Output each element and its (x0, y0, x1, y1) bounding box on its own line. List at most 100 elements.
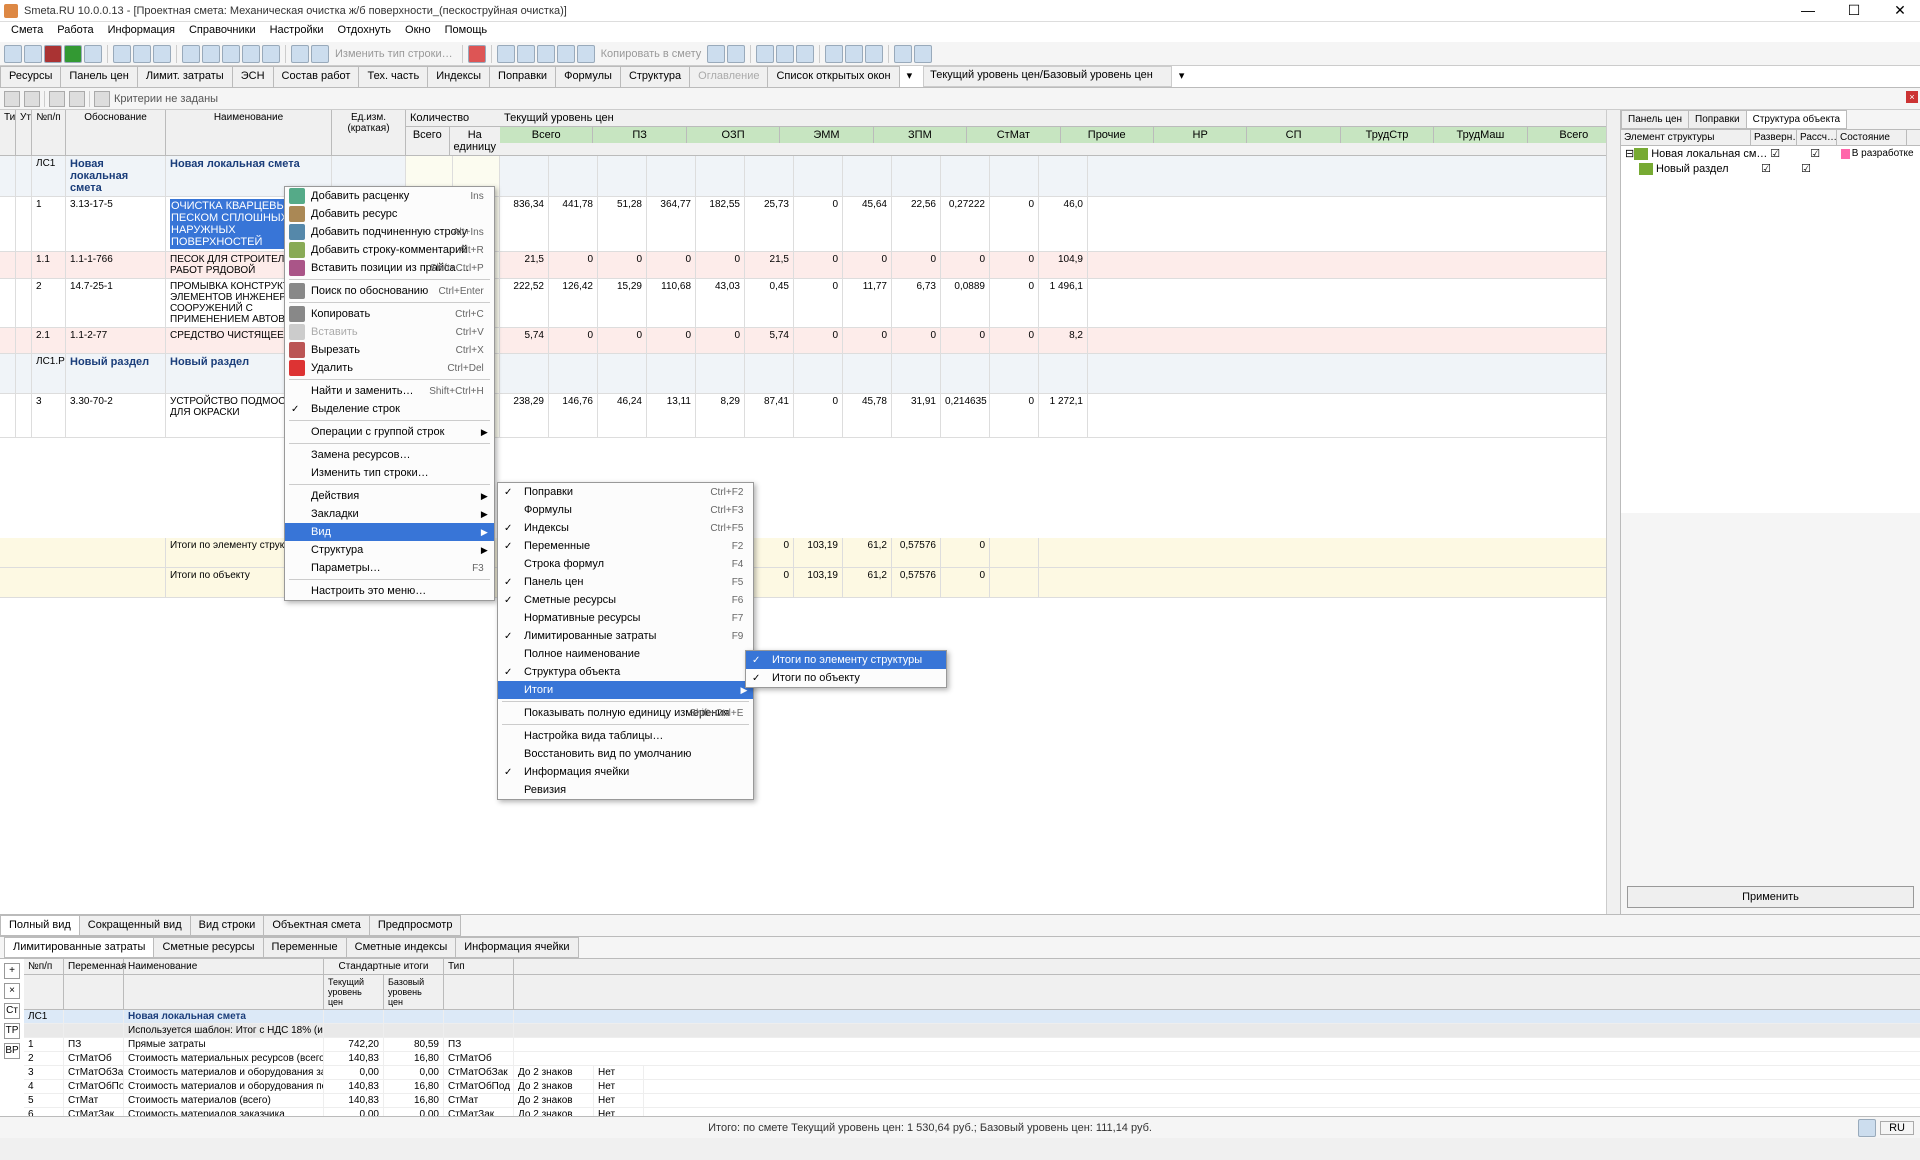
menu-item[interactable]: Настройка вида таблицы… (498, 727, 753, 745)
menu-item[interactable]: Добавить строку-комментарийAlt+R (285, 241, 494, 259)
menu-item[interactable]: ✓Итоги по элементу структуры (746, 651, 946, 669)
toolbar-button[interactable] (133, 45, 151, 63)
menu-Помощь[interactable]: Помощь (438, 22, 495, 42)
minimize-button[interactable]: — (1792, 2, 1824, 19)
toolbar-button[interactable] (776, 45, 794, 63)
menu-item[interactable]: Вставить позиции из прайса …Shift+Ctrl+P (285, 259, 494, 277)
menu-item[interactable]: Структура▶ (285, 541, 494, 559)
toolbar-button[interactable] (537, 45, 555, 63)
filter-button[interactable] (4, 91, 20, 107)
menu-item[interactable]: Добавить расценкуIns (285, 187, 494, 205)
lower-side-button[interactable]: ВР (4, 1043, 20, 1059)
filter-button[interactable] (49, 91, 65, 107)
tab-8[interactable]: Формулы (555, 66, 621, 87)
menu-item[interactable]: Строка формулF4 (498, 555, 753, 573)
right-tab[interactable]: Панель цен (1621, 110, 1689, 129)
tree-node[interactable]: ⊟Новая локальная см…☑☑ В разработке (1621, 146, 1920, 161)
menu-Настройки[interactable]: Настройки (263, 22, 331, 42)
menu-Отдохнуть[interactable]: Отдохнуть (331, 22, 399, 42)
menu-item[interactable]: ✓ИндексыCtrl+F5 (498, 519, 753, 537)
lower-side-button[interactable]: Ст (4, 1003, 20, 1019)
totals-row[interactable]: 6СтМатЗакСтоимость материалов заказчика0… (24, 1108, 1920, 1116)
menu-item[interactable]: ✓Информация ячейки (498, 763, 753, 781)
menu-item[interactable]: ✓Структура объекта (498, 663, 753, 681)
table-row[interactable]: ЛС1Новая локальная сметаНовая локальная … (0, 156, 1620, 197)
menu-item[interactable]: КопироватьCtrl+C (285, 305, 494, 323)
toolbar-button[interactable] (242, 45, 260, 63)
bottom-tab[interactable]: Вид строки (190, 915, 265, 936)
toolbar-button[interactable] (497, 45, 515, 63)
toolbar-button[interactable] (756, 45, 774, 63)
menu-Окно[interactable]: Окно (398, 22, 438, 42)
toolbar-button[interactable] (222, 45, 240, 63)
toolbar-button[interactable] (796, 45, 814, 63)
toolbar-button[interactable] (914, 45, 932, 63)
menu-item[interactable]: ВырезатьCtrl+X (285, 341, 494, 359)
toolbar-button[interactable] (825, 45, 843, 63)
menu-item[interactable]: Итоги▶ (498, 681, 753, 699)
menu-item[interactable]: Полное наименование (498, 645, 753, 663)
col-header[interactable]: Ут (16, 110, 32, 155)
totals-row[interactable]: 2СтМатОбСтоимость материальных ресурсов … (24, 1052, 1920, 1066)
toolbar-button[interactable] (202, 45, 220, 63)
language-indicator[interactable]: RU (1880, 1121, 1914, 1135)
col-header[interactable]: Ти (0, 110, 16, 155)
menu-item[interactable]: ✓Выделение строк (285, 400, 494, 418)
tree-col-header[interactable]: Элемент структуры (1621, 130, 1751, 145)
menu-item[interactable]: Операции с группой строк▶ (285, 423, 494, 441)
menu-item[interactable]: ✓Лимитированные затратыF9 (498, 627, 753, 645)
tab-6[interactable]: Индексы (427, 66, 490, 87)
totals-row[interactable]: Используется шаблон: Итог с НДС 18% (изм… (24, 1024, 1920, 1038)
bottom-tab[interactable]: Предпросмотр (369, 915, 462, 936)
menu-item[interactable]: Вид▶ (285, 523, 494, 541)
filter-button[interactable] (69, 91, 85, 107)
filter-button[interactable] (94, 91, 110, 107)
menu-Справочники[interactable]: Справочники (182, 22, 263, 42)
maximize-button[interactable]: ☐ (1838, 2, 1870, 19)
lower-tab[interactable]: Переменные (263, 937, 347, 958)
table-row[interactable]: 13.13-17-5ОЧИСТКА КВАРЦЕВЫМ ПЕСКОМ СПЛОШ… (0, 197, 1620, 252)
vertical-scrollbar[interactable] (1606, 110, 1620, 914)
menu-item[interactable]: ✓ПеременныеF2 (498, 537, 753, 555)
menu-Смета[interactable]: Смета (4, 22, 50, 42)
tab-1[interactable]: Панель цен (60, 66, 137, 87)
tree-node[interactable]: Новый раздел☑☑ (1621, 161, 1920, 176)
toolbar-button[interactable] (182, 45, 200, 63)
tree-col-header[interactable]: Состояние (1837, 130, 1907, 145)
lower-tab[interactable]: Сметные индексы (346, 937, 457, 958)
menu-item[interactable]: Показывать полную единицу измеренияShift… (498, 704, 753, 722)
menu-item[interactable]: Настроить это меню… (285, 582, 494, 600)
close-button[interactable]: ✕ (1884, 2, 1916, 19)
menu-item[interactable]: Добавить ресурс (285, 205, 494, 223)
col-header[interactable]: №п/п (32, 110, 66, 155)
menu-item[interactable]: ✓Итоги по объекту (746, 669, 946, 687)
menu-item[interactable]: Нормативные ресурсыF7 (498, 609, 753, 627)
lower-tab[interactable]: Информация ячейки (455, 937, 578, 958)
col-header-price[interactable]: Текущий уровень ценВсегоПЗОЗПЭММЗПМСтМат… (500, 110, 1620, 155)
type-line-text[interactable]: Изменить тип строки… (331, 48, 457, 60)
toolbar-button[interactable] (24, 45, 42, 63)
tab-2[interactable]: Лимит. затраты (137, 66, 233, 87)
menu-item[interactable]: ✓Сметные ресурсыF6 (498, 591, 753, 609)
apply-button[interactable]: Применить (1627, 886, 1914, 908)
toolbar-button[interactable] (865, 45, 883, 63)
toolbar-button[interactable] (291, 45, 309, 63)
toolbar-button[interactable] (557, 45, 575, 63)
lower-tab[interactable]: Сметные ресурсы (153, 937, 263, 958)
totals-row[interactable]: 5СтМатСтоимость материалов (всего)140,83… (24, 1094, 1920, 1108)
lower-tab[interactable]: Лимитированные затраты (4, 937, 154, 958)
menu-item[interactable]: Замена ресурсов… (285, 446, 494, 464)
table-row[interactable]: 214.7-25-1ПРОМЫВКА КОНСТРУКТИВНЫХ ЭЛЕМЕН… (0, 279, 1620, 328)
toolbar-button[interactable] (845, 45, 863, 63)
toolbar-button[interactable] (44, 45, 62, 63)
tab-4[interactable]: Состав работ (273, 66, 360, 87)
toolbar-button[interactable] (517, 45, 535, 63)
col-header-qty[interactable]: КоличествоВсегоНа единицу (406, 110, 500, 155)
right-tab[interactable]: Структура объекта (1746, 110, 1848, 129)
menu-item[interactable]: Закладки▶ (285, 505, 494, 523)
lower-side-button[interactable]: × (4, 983, 20, 999)
menu-item[interactable]: ФормулыCtrl+F3 (498, 501, 753, 519)
toolbar-button[interactable] (84, 45, 102, 63)
tab-7[interactable]: Поправки (489, 66, 556, 87)
tab-0[interactable]: Ресурсы (0, 66, 61, 87)
